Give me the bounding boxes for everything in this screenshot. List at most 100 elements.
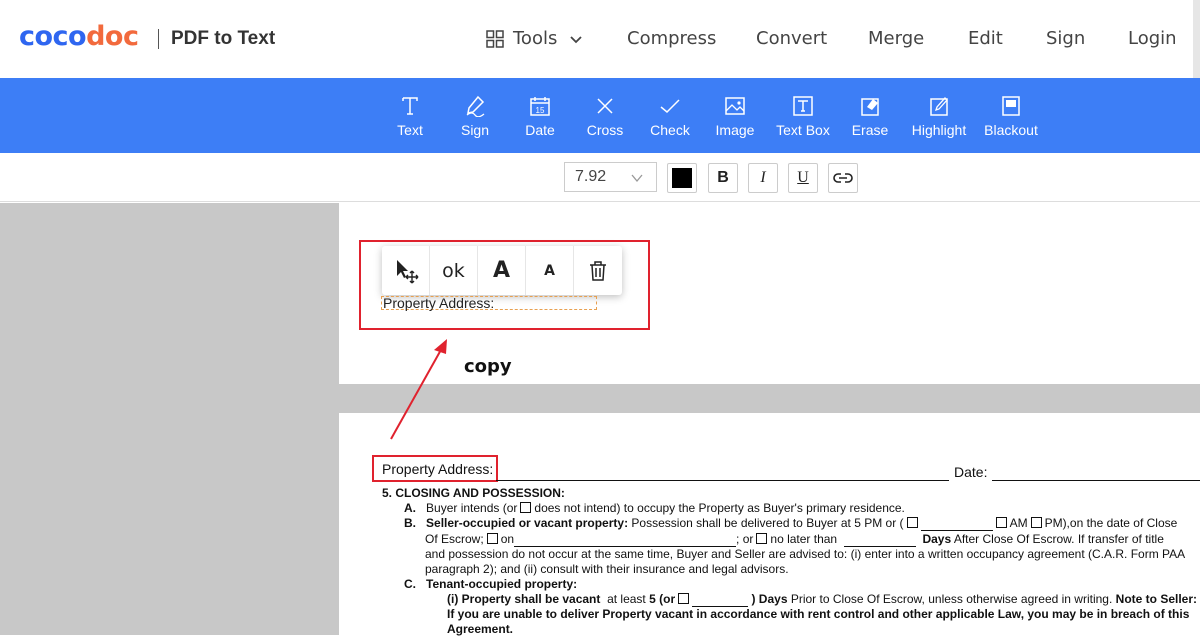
checkbox[interactable]	[995, 517, 1007, 528]
tool-cross[interactable]: Cross	[585, 78, 625, 153]
scrollbar[interactable]	[1193, 0, 1200, 78]
tool-sign[interactable]: Sign	[457, 78, 493, 153]
cocodoc-logo[interactable]: cocodoc	[19, 20, 139, 54]
clause-c-line-3: Agreement.	[447, 622, 514, 636]
cross-icon	[597, 98, 613, 114]
color-swatch	[672, 168, 692, 188]
nav-convert[interactable]: Convert	[756, 27, 827, 51]
clause-b-line-3: and possession do not occur at the same …	[425, 547, 1186, 561]
nav-tools-menu[interactable]: Tools	[486, 27, 583, 51]
increase-font-button[interactable]: A	[478, 246, 526, 295]
checkbox[interactable]	[1030, 517, 1042, 528]
top-navigation: cocodoc PDF to Text Tools Compress Conve…	[0, 0, 1200, 78]
after-close-text: After Close Of Escrow. If transfer of ti…	[953, 532, 1164, 546]
calendar-icon: 15	[530, 97, 550, 116]
checkbox[interactable]	[756, 533, 768, 544]
chevron-down-icon	[570, 36, 582, 44]
tool-check-label: Check	[650, 122, 690, 138]
nav-edit[interactable]: Edit	[968, 27, 1003, 51]
checkbox[interactable]	[906, 517, 918, 528]
ok-button[interactable]: ok	[430, 246, 478, 295]
blank-line	[843, 532, 916, 547]
clause-b: B. Seller-occupied or vacant property: P…	[404, 516, 1177, 531]
tool-textbox-label: Text Box	[776, 122, 830, 138]
clause-b-line-2: Of Escrow; on ; or no later than Days Afte…	[425, 532, 1164, 547]
tool-date[interactable]: 15 Date	[520, 78, 560, 153]
decrease-font-button[interactable]: A	[526, 246, 574, 295]
five-or-text: 5 (or	[649, 592, 676, 606]
of-escrow-text: Of Escrow;	[425, 532, 484, 546]
days-text: Days	[922, 532, 952, 546]
tool-erase-label: Erase	[851, 122, 889, 138]
clause-a-text-2: does not intend) to occupy the Property …	[534, 501, 905, 515]
section-5-title: 5. CLOSING AND POSSESSION:	[382, 486, 565, 500]
move-button[interactable]	[382, 246, 430, 295]
link-button[interactable]	[828, 163, 858, 193]
bold-button[interactable]: B	[708, 163, 738, 193]
at-least-text: at least	[607, 592, 646, 606]
or-text: ; or	[736, 532, 754, 546]
date-underline	[992, 480, 1200, 481]
tool-text-label: Text	[397, 122, 423, 138]
pen-icon	[466, 95, 485, 117]
on-text: on	[500, 532, 515, 546]
checkbox[interactable]	[678, 593, 690, 604]
clause-b-text-2: on the date of Close	[1069, 516, 1178, 530]
clause-c-line-1: (i) Property shall be vacant at least 5 …	[447, 592, 1197, 607]
font-size-select[interactable]: 7.92	[564, 162, 657, 192]
clause-a-text-1: Buyer intends (or	[426, 501, 518, 515]
days-bold-text: ) Days	[751, 592, 788, 606]
textbox-floating-menu: ok A A	[382, 246, 622, 295]
tool-blackout[interactable]: Blackout	[982, 78, 1040, 153]
check-icon	[660, 99, 680, 114]
checkbox[interactable]	[520, 502, 532, 513]
clause-c-title: Tenant-occupied property:	[426, 577, 578, 591]
nav-merge[interactable]: Merge	[868, 27, 924, 51]
clause-c-line-2: If you are unable to deliver Property va…	[447, 607, 1190, 621]
chevron-down-icon	[631, 174, 643, 183]
image-icon	[725, 97, 745, 115]
nav-compress[interactable]: Compress	[627, 27, 716, 51]
tool-cross-label: Cross	[586, 122, 624, 138]
text-color-button[interactable]	[667, 163, 697, 193]
italic-button[interactable]: I	[748, 163, 778, 193]
clause-c-label: C.	[404, 577, 416, 591]
tool-highlight[interactable]: Highlight	[908, 78, 970, 153]
nav-login[interactable]: Login	[1128, 27, 1177, 51]
underline-button[interactable]: U	[788, 163, 818, 193]
vacant-text: (i) Property shall be vacant	[447, 592, 601, 606]
note-to-seller-text: Note to Seller:	[1115, 592, 1198, 606]
tool-date-label: Date	[525, 122, 555, 138]
svg-text:15: 15	[536, 106, 545, 115]
address-underline	[496, 480, 949, 481]
nav-tools-label: Tools	[513, 28, 558, 49]
clause-a-label: A.	[404, 501, 416, 515]
eraser-icon	[861, 98, 879, 116]
tool-erase[interactable]: Erase	[850, 78, 890, 153]
property-address-label: Property Address:	[382, 461, 494, 477]
text-box-input[interactable]: Property Address:	[381, 296, 597, 310]
link-icon	[833, 173, 853, 183]
textbox-icon	[793, 96, 813, 116]
blackout-icon	[1002, 96, 1020, 116]
tool-textbox[interactable]: Text Box	[773, 78, 833, 153]
blank-line	[514, 532, 737, 547]
clause-c: C. Tenant-occupied property:	[404, 577, 577, 591]
tool-check[interactable]: Check	[650, 78, 690, 153]
text-icon	[402, 97, 418, 115]
blank-line	[920, 516, 993, 531]
grid-icon	[486, 30, 504, 48]
delete-button[interactable]	[574, 246, 622, 295]
clause-b-text-1: Possession shall be delivered to Buyer a…	[631, 516, 904, 530]
font-size-value: 7.92	[575, 168, 607, 185]
no-later-text: no later than	[770, 532, 838, 546]
trash-icon	[590, 260, 606, 281]
prior-close-text: Prior to Close Of Escrow, unless otherwi…	[790, 592, 1113, 606]
nav-sign[interactable]: Sign	[1046, 27, 1085, 51]
move-cursor-icon	[396, 259, 418, 283]
pm-label: PM),	[1044, 516, 1070, 530]
tool-text[interactable]: Text	[392, 78, 428, 153]
copy-annotation-label: copy	[464, 356, 512, 377]
checkbox[interactable]	[486, 533, 498, 544]
tool-image[interactable]: Image	[713, 78, 757, 153]
